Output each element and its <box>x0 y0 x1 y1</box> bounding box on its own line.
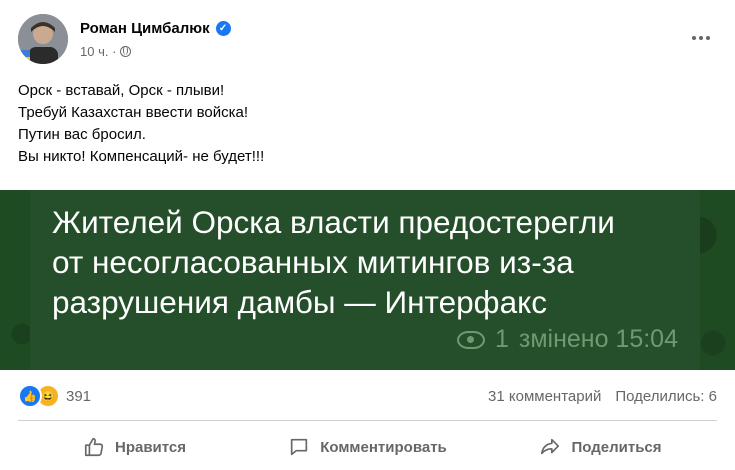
comment-button[interactable]: Комментировать <box>251 426 484 468</box>
reactions-count: 391 <box>66 387 92 405</box>
comment-label: Комментировать <box>320 438 447 456</box>
globe-icon <box>120 46 132 57</box>
more-options-icon[interactable] <box>685 28 717 48</box>
share-icon <box>541 438 560 455</box>
post-line: Орск - вставай, Орск - плыви! <box>18 82 225 99</box>
engagement-stats: 31 комментарий Поделились: 6 <box>488 388 717 405</box>
post-time[interactable]: 10 ч. · <box>80 44 116 59</box>
view-count: 1 <box>494 325 509 353</box>
eye-icon <box>456 330 485 349</box>
post-stats: 👍 😆 391 31 комментарий Поделились: 6 <box>18 382 717 410</box>
thumbs-up-icon <box>84 437 104 457</box>
like-button[interactable]: Нравится <box>18 426 251 468</box>
post-line: Требуй Казахстан ввести войска! <box>18 104 249 121</box>
avatar[interactable] <box>18 14 68 64</box>
author-name[interactable]: Роман Цимбалюк <box>80 20 210 37</box>
comments-count[interactable]: 31 комментарий <box>488 388 601 405</box>
post-line: Вы никто! Компенсаций- не будет!!! <box>18 148 265 165</box>
verified-badge-icon: ✓ <box>215 21 231 36</box>
headline-line: разрушения дамбы — Интерфакс <box>52 284 547 320</box>
telegram-message-bubble: Жителей Орска власти предостерегли от не… <box>30 190 700 370</box>
like-reaction-icon: 👍 <box>18 384 42 408</box>
post-card: Роман Цимбалюк ✓ 10 ч. · Орск - вставай,… <box>0 0 735 470</box>
author-row: Роман Цимбалюк ✓ <box>80 20 231 37</box>
image-headline: Жителей Орска власти предостерегли от не… <box>52 202 692 322</box>
comment-icon <box>291 438 308 456</box>
post-image[interactable]: Жителей Орска власти предостерегли от не… <box>0 190 735 370</box>
post-line: Путин вас бросил. <box>18 126 146 143</box>
post-text: Орск - вставай, Орск - плыви! Требуй Каз… <box>18 80 264 168</box>
headline-line: от несогласованных митингов из-за <box>52 244 574 280</box>
headline-line: Жителей Орска власти предостерегли <box>52 204 615 240</box>
share-button[interactable]: Поделиться <box>484 426 717 468</box>
message-meta: 1 змінено 15:04 <box>456 325 678 354</box>
reactions-summary[interactable]: 👍 😆 391 <box>18 384 91 408</box>
action-bar: Нравится Комментировать Поделиться <box>18 426 717 468</box>
share-label: Поделиться <box>571 438 662 456</box>
edited-label: змінено 15:04 <box>518 325 678 353</box>
shares-count[interactable]: Поделились: 6 <box>615 388 717 405</box>
post-meta: 10 ч. · <box>80 44 132 59</box>
divider <box>18 420 717 421</box>
like-label: Нравится <box>114 438 187 456</box>
post-header: Роман Цимбалюк ✓ 10 ч. · <box>18 14 717 64</box>
